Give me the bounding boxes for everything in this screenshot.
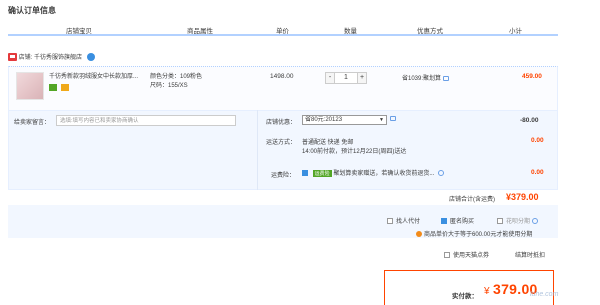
message-icon[interactable] (443, 75, 450, 81)
attr-size: 尺码：155/XS (150, 83, 188, 89)
tmall-points-label: 使用天猫点券 (453, 253, 490, 259)
order-column-header: 店铺宝贝 商品属性 单价 数量 优惠方式 小计 (8, 22, 558, 36)
insurance-tag: 运费险 (312, 169, 332, 177)
installment-note: 商品单价大于等于600.00元才能使用分期 (416, 229, 532, 238)
credit-card-icon (60, 84, 69, 91)
info-icon[interactable] (438, 170, 445, 177)
product-attributes: 颜色分类：109粉色 尺码：155/XS (150, 73, 202, 91)
anonymous-option: 匿名购买 (441, 216, 474, 225)
product-info: 千彷秀新款羽绒服女中长款加厚... (49, 73, 141, 92)
proxy-pay-option: 找人代付 (387, 216, 420, 225)
warning-icon (416, 231, 422, 238)
shop-name-link[interactable]: 千彷秀服饰旗舰店 (34, 55, 82, 61)
col-item: 店铺宝贝 (66, 28, 92, 35)
anonymous-label: 匿名购买 (450, 219, 475, 225)
attr-color: 颜色分类：109粉色 (150, 74, 203, 80)
shop-icon (8, 53, 17, 62)
insurance-row: 运费险 聚划算卖家赠送，若确认收货前退货... (302, 168, 445, 177)
col-qty: 数量 (344, 28, 357, 35)
shop-label: 店铺: (18, 55, 33, 61)
qty-minus-button[interactable]: - (325, 72, 335, 84)
installment-option: 花呗分期 (497, 216, 539, 225)
proxy-pay-checkbox[interactable] (387, 218, 393, 225)
discount-text: 省1039:聚划算 (402, 76, 442, 82)
insurance-checkbox[interactable] (302, 170, 308, 177)
message-label: 给卖家留言： (14, 120, 51, 126)
unit-price: 1498.00 (270, 73, 294, 80)
qty-plus-button[interactable]: + (357, 72, 367, 84)
divider (257, 110, 258, 190)
quantity-stepper: - 1 + (325, 72, 367, 84)
seven-day-return-icon (49, 84, 57, 91)
shipping-label: 运送方式： (266, 140, 297, 146)
shop-row: 店铺: 千彷秀服饰旗舰店 (8, 52, 95, 64)
shop-total-value: ¥379.00 (506, 192, 539, 202)
settlement-note: 结算时抵扣 (515, 253, 546, 259)
tmall-points-checkbox[interactable] (444, 252, 450, 259)
insurance-amount: 0.00 (531, 169, 544, 176)
qty-input[interactable]: 1 (335, 72, 357, 84)
col-discount: 优惠方式 (417, 28, 443, 35)
col-attr: 商品属性 (187, 28, 213, 35)
tmall-points-option: 使用天猫点券 (444, 250, 489, 259)
product-name-link[interactable]: 千彷秀新款羽绒服女中长款加厚... (49, 73, 141, 81)
anonymous-checkbox[interactable] (441, 218, 447, 225)
installment-note-text: 商品单价大于等于600.00元才能使用分期 (424, 232, 533, 238)
insurance-label: 运费险： (271, 173, 296, 179)
shop-total-label: 店铺合计(含运费) (449, 197, 495, 203)
page-title: 确认订单信息 (8, 6, 56, 15)
col-price: 单价 (276, 28, 289, 35)
coupon-amount: -80.00 (520, 117, 539, 124)
shipping-eta: 14:00前付款，预计12月22日(周四)送达 (302, 149, 407, 155)
payment-currency: ¥ (484, 286, 490, 297)
item-subtotal: 459.00 (522, 73, 542, 80)
message-input[interactable]: 选填:填写内容已和卖家协商确认 (56, 115, 236, 126)
coupon-select[interactable]: 省80元:20123 (302, 115, 387, 125)
chat-icon[interactable] (86, 53, 95, 62)
item-discount: 省1039:聚划算 (402, 73, 450, 82)
installment-checkbox[interactable] (497, 218, 503, 225)
payment-label: 实付款： (452, 293, 478, 300)
product-thumbnail[interactable] (16, 72, 44, 100)
installment-label: 花呗分期 (506, 219, 531, 225)
shipping-method: 普通配送 快递 免邮 (302, 140, 354, 146)
coupon-label: 店铺优惠： (266, 120, 297, 126)
col-subtotal: 小计 (509, 28, 522, 35)
coupon-message-icon[interactable] (390, 116, 396, 121)
proxy-pay-label: 找人代付 (396, 219, 421, 225)
shipping-amount: 0.00 (531, 137, 544, 144)
insurance-text: 聚划算卖家赠送，若确认收货前退货... (333, 171, 435, 177)
watermark: luhe.com (530, 291, 559, 298)
help-icon[interactable] (532, 218, 539, 225)
